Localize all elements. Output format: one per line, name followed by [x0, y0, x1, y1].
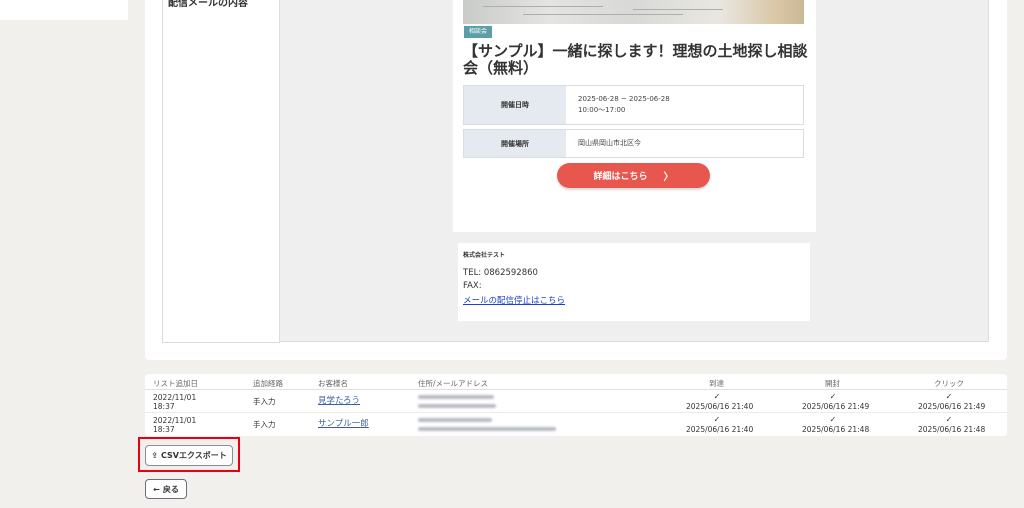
table-row-divider: [145, 412, 1007, 413]
row-added-time: 18:37: [153, 402, 175, 411]
event-datetime-row: 開催日時 2025-06-28 ~ 2025-06-28 10:00〜17:00: [463, 85, 804, 125]
row-added-time: 18:37: [153, 425, 175, 434]
event-detail-label: 詳細はこちら: [593, 172, 648, 182]
event-date-range: 2025-06-28 ~ 2025-06-28: [578, 95, 670, 103]
row-opened-time: 2025/06/16 21:48: [802, 425, 870, 434]
upload-icon: ⇪: [151, 451, 158, 460]
check-icon: ✓: [829, 415, 837, 424]
company-tel: TEL: 0862592860: [463, 268, 538, 278]
check-icon: ✓: [713, 392, 721, 401]
sidebar-card: [0, 0, 128, 20]
redacted-address: [418, 395, 494, 399]
column-header-opened: 開封: [825, 379, 840, 388]
row-route: 手入力: [253, 397, 276, 406]
company-name: 株式会社テスト: [463, 252, 506, 259]
unsubscribe-link[interactable]: メールの配信停止はこちら: [463, 294, 565, 306]
redacted-email: [418, 404, 496, 408]
event-hero-image: [463, 0, 804, 24]
company-fax: FAX:: [463, 281, 482, 291]
event-detail-button[interactable]: 詳細はこちら 〉: [557, 163, 710, 188]
mail-content-label: 配信メールの内容: [168, 0, 248, 9]
row-clicked-time: 2025/06/16 21:48: [918, 425, 986, 434]
row-reached-time: 2025/06/16 21:40: [686, 425, 754, 434]
event-location-label: 開催場所: [464, 130, 566, 157]
event-datetime-label: 開催日時: [464, 86, 566, 124]
column-header-clicked: クリック: [934, 379, 964, 388]
email-footer-card: [458, 243, 810, 321]
back-label: 戻る: [162, 484, 179, 494]
check-icon: ✓: [945, 392, 953, 401]
event-category-tag: 相談会: [464, 26, 493, 38]
mail-content-label-cell: [162, 0, 280, 343]
redacted-email: [418, 427, 556, 431]
column-header-address-email: 住所/メールアドレス: [418, 379, 489, 388]
table-header-divider: [145, 389, 1007, 390]
chevron-right-icon: 〉: [663, 172, 674, 183]
column-header-added-date: リスト追加日: [153, 379, 198, 388]
check-icon: ✓: [945, 415, 953, 424]
row-customer-name-link[interactable]: 見学たろう: [318, 397, 360, 406]
csv-export-button[interactable]: ⇪ CSVエクスポート: [145, 445, 233, 466]
row-customer-name-link[interactable]: サンプル一郎: [318, 420, 369, 429]
event-time-range: 10:00〜17:00: [578, 106, 626, 114]
row-added-date: 2022/11/01: [153, 393, 197, 402]
event-title: 【サンプル】一緒に探します！理想の土地探し相談会（無料）: [463, 42, 808, 77]
event-location-value: 岡山県岡山市北区今: [578, 139, 641, 147]
row-opened-time: 2025/06/16 21:49: [802, 402, 870, 411]
column-header-customer-name: お客様名: [318, 379, 348, 388]
row-route: 手入力: [253, 420, 276, 429]
event-location-row: 開催場所 岡山県岡山市北区今: [463, 129, 804, 158]
check-icon: ✓: [713, 415, 721, 424]
back-button[interactable]: ← 戻る: [145, 479, 187, 499]
column-header-reached: 到達: [709, 379, 724, 388]
redacted-address: [418, 418, 492, 422]
arrow-left-icon: ←: [153, 484, 160, 494]
row-clicked-time: 2025/06/16 21:49: [918, 402, 986, 411]
check-icon: ✓: [829, 392, 837, 401]
csv-export-label: CSVエクスポート: [160, 451, 227, 460]
row-added-date: 2022/11/01: [153, 416, 197, 425]
row-reached-time: 2025/06/16 21:40: [686, 402, 754, 411]
column-header-route: 追加経路: [253, 379, 283, 388]
